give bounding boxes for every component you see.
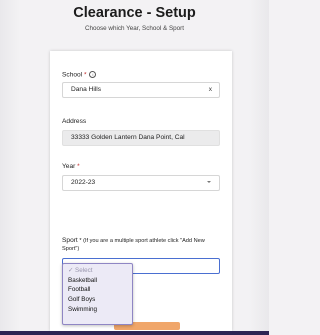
year-label: Year * <box>62 163 80 170</box>
dropdown-option-golf-boys[interactable]: Golf Boys <box>63 295 132 305</box>
dropdown-option-select[interactable]: ✓ Select <box>63 266 132 276</box>
page-title: Clearance - Setup <box>73 5 196 21</box>
address-label: Address <box>62 118 86 125</box>
sport-dropdown-list: ✓ Select Basketball Football Golf Boys S… <box>62 263 133 325</box>
page-subtitle: Choose which Year, School & Sport <box>84 25 185 32</box>
year-select[interactable]: 2022-23 <box>62 175 220 191</box>
sport-hint: (If you are a multiple sport athlete cli… <box>62 238 205 252</box>
info-circle-icon[interactable]: i <box>89 71 97 78</box>
page-margin-right <box>249 0 269 335</box>
sport-required-mark: * <box>79 238 82 244</box>
school-label: School * i <box>62 71 97 79</box>
year-label-text: Year <box>62 163 76 170</box>
dropdown-option-swimming[interactable]: Swimming <box>63 305 132 315</box>
address-value: 33333 Golden Lantern Dana Point, Cal <box>71 134 185 141</box>
school-select[interactable]: Dana Hills x <box>62 82 220 98</box>
year-value: 2022-23 <box>71 179 96 186</box>
dropdown-option-basketball[interactable]: Basketball <box>63 276 132 286</box>
school-label-text: School <box>62 71 83 79</box>
bottom-bar <box>0 331 269 335</box>
year-required-mark: * <box>77 163 80 170</box>
school-value: Dana Hills <box>71 86 102 93</box>
school-required-mark: * <box>84 71 87 79</box>
sport-label-text: Sport <box>62 237 78 244</box>
chevron-down-icon <box>207 181 211 183</box>
sport-label: Sport * (If you are a multiple sport ath… <box>62 237 222 253</box>
address-label-text: Address <box>62 118 87 125</box>
clear-school-icon[interactable]: x <box>209 83 212 97</box>
address-field: 33333 Golden Lantern Dana Point, Cal <box>62 130 220 146</box>
page-margin-left <box>0 0 20 335</box>
dropdown-option-football[interactable]: Football <box>63 285 132 295</box>
